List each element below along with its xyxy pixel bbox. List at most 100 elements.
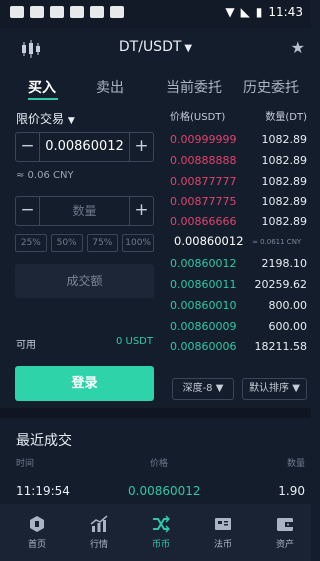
- amount-plus-button[interactable]: +: [129, 197, 153, 225]
- order-type-selector[interactable]: 限价交易 ▼: [16, 110, 75, 127]
- mail-icon: [70, 6, 84, 18]
- bid-price: 0.00860006: [170, 340, 237, 353]
- ask-qty: 1082.89: [261, 154, 308, 167]
- ask-qty: 1082.89: [261, 175, 308, 188]
- chevron-down-icon: ▼: [67, 116, 75, 126]
- nav-assets-label: 资产: [275, 540, 294, 550]
- login-button[interactable]: 登录: [15, 366, 154, 401]
- star-icon[interactable]: ★: [291, 38, 305, 57]
- battery-icon: ▮: [255, 5, 263, 19]
- tab-buy[interactable]: 买入: [28, 77, 56, 97]
- amount-stepper: − 数量 +: [15, 196, 154, 226]
- nav-exchange[interactable]: 币币: [130, 504, 192, 561]
- price-column-header: 价格(USDT): [170, 112, 226, 123]
- pair-name: DT/USDT: [118, 39, 182, 55]
- ask-qty: 1082.89: [261, 133, 308, 146]
- bid-price: 0.00860011: [170, 278, 237, 291]
- fiat-icon: [215, 518, 231, 530]
- percent-25-button[interactable]: 25%: [15, 234, 47, 252]
- exchange-icon: [153, 515, 170, 533]
- qty-column-header: 数量: [286, 459, 305, 469]
- depth-dropdown[interactable]: 深度-8 ▼: [172, 378, 234, 400]
- nav-market-label: 行情: [89, 540, 108, 550]
- price-input[interactable]: 0.00860012: [40, 133, 129, 161]
- nav-assets[interactable]: 资产: [254, 504, 316, 561]
- percent-50-button[interactable]: 50%: [50, 234, 83, 252]
- price-column-header: 价格: [150, 459, 169, 469]
- tab-sell[interactable]: 卖出: [96, 77, 124, 97]
- bid-qty: 18211.58: [254, 340, 308, 353]
- cny-estimate: ≈ 0.06 CNY: [16, 170, 74, 181]
- ask-qty: 1082.89: [261, 215, 308, 228]
- ask-price: 0.00877775: [170, 195, 237, 208]
- bottom-nav: 首页 行情 币币 法币 资产: [0, 504, 311, 561]
- status-bar: ▼ ◣ ▮ 11:43: [0, 0, 311, 28]
- wifi-icon: ▼: [225, 5, 235, 19]
- trade-time: 11:19:54: [16, 484, 70, 498]
- bid-qty: 2198.10: [261, 257, 308, 270]
- trade-tabs: 买入 卖出 当前委托 历史委托: [0, 72, 311, 102]
- bid-row[interactable]: 0.00860012 2198.10: [170, 256, 307, 272]
- recent-trades-title: 最近成交: [16, 433, 72, 449]
- mail-icon: [90, 6, 104, 18]
- bid-row[interactable]: 0.00860010 800.00: [170, 298, 307, 314]
- ask-price: 0.00877777: [170, 175, 237, 188]
- bid-qty: 800.00: [268, 299, 308, 312]
- home-icon: [30, 516, 44, 532]
- trade-qty: 1.90: [278, 484, 305, 498]
- nav-fiat-label: 法币: [213, 540, 232, 550]
- ask-row[interactable]: 0.00999999 1082.89: [170, 132, 307, 148]
- ask-price: 0.00888888: [170, 154, 237, 167]
- percent-buttons: 25% 50% 75% 100%: [15, 234, 154, 252]
- time-column-header: 时间: [16, 459, 35, 469]
- bag-icon: [110, 6, 124, 18]
- price-minus-button[interactable]: −: [16, 133, 40, 161]
- pair-selector[interactable]: DT/USDT ▼: [0, 39, 311, 55]
- wallet-icon: [277, 518, 293, 531]
- available-label: 可用: [16, 340, 36, 351]
- qq-icon: [50, 6, 64, 18]
- ask-price: 0.00866666: [170, 215, 237, 228]
- ask-price: 0.00999999: [170, 133, 237, 146]
- ask-row[interactable]: 0.00866666 1082.89: [170, 214, 307, 230]
- amount-input[interactable]: 数量: [40, 197, 129, 225]
- bid-row[interactable]: 0.00860009 600.00: [170, 319, 307, 335]
- section-divider: [0, 408, 311, 418]
- total-field: 成交额: [15, 264, 154, 298]
- ask-row[interactable]: 0.00877775 1082.89: [170, 194, 307, 210]
- signal-icon: ◣: [240, 5, 250, 19]
- bid-row[interactable]: 0.00860006 18211.58: [170, 339, 307, 355]
- percent-75-button[interactable]: 75%: [86, 234, 119, 252]
- tab-open-orders[interactable]: 当前委托: [166, 77, 222, 97]
- last-price: 0.00860012: [174, 234, 244, 248]
- status-time: 11:43: [268, 5, 303, 19]
- header: DT/USDT ▼ ★: [0, 28, 311, 70]
- price-plus-button[interactable]: +: [129, 133, 153, 161]
- active-tab-indicator: [28, 98, 58, 100]
- nav-fiat[interactable]: 法币: [192, 504, 254, 561]
- ask-row[interactable]: 0.00888888 1082.89: [170, 153, 307, 169]
- nav-exchange-label: 币币: [151, 540, 170, 550]
- nav-market[interactable]: 行情: [68, 504, 130, 561]
- sort-dropdown[interactable]: 默认排序 ▼: [242, 378, 307, 400]
- order-form: 限价交易 ▼ − 0.00860012 + ≈ 0.06 CNY − 数量 + …: [0, 102, 165, 404]
- percent-100-button[interactable]: 100%: [122, 234, 154, 252]
- price-stepper: − 0.00860012 +: [15, 132, 154, 162]
- ask-qty: 1082.89: [261, 195, 308, 208]
- available-value: 0 USDT: [115, 336, 153, 347]
- qty-column-header: 数量(DT): [265, 112, 307, 123]
- chart-icon: [90, 515, 108, 532]
- amount-minus-button[interactable]: −: [16, 197, 40, 225]
- tab-order-history[interactable]: 历史委托: [243, 77, 299, 97]
- notification-icons: [10, 6, 124, 18]
- nav-home[interactable]: 首页: [6, 504, 68, 561]
- bid-price: 0.00860010: [170, 299, 237, 312]
- ask-row[interactable]: 0.00877777 1082.89: [170, 174, 307, 190]
- bid-qty: 600.00: [268, 320, 308, 333]
- wechat-icon: [10, 6, 24, 18]
- bid-price: 0.00860012: [170, 257, 237, 270]
- bid-row[interactable]: 0.00860011 20259.62: [170, 277, 307, 293]
- bid-price: 0.00860009: [170, 320, 237, 333]
- order-book: 价格(USDT) 数量(DT) 0.00999999 1082.89 0.0088…: [166, 102, 311, 404]
- bid-qty: 20259.62: [254, 278, 308, 291]
